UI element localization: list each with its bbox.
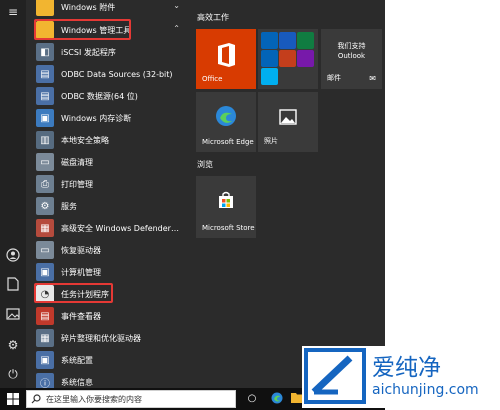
word-icon [279, 32, 296, 49]
account-icon[interactable] [3, 248, 23, 268]
app-label: Windows 附件 [61, 2, 116, 12]
tile-label: 照片 [264, 137, 278, 145]
list-item[interactable]: ⓘ 系统信息 [27, 371, 190, 388]
watermark: 爱纯净 aichunjing.com [302, 346, 500, 408]
search-placeholder: 在这里输入你要搜索的内容 [46, 394, 142, 404]
app-label: 服务 [61, 201, 77, 211]
outlook-support-text: 我们支持 Outlook [337, 42, 366, 60]
app-label: 打印管理 [61, 179, 93, 189]
pictures-icon[interactable] [3, 306, 23, 326]
tile-label: Microsoft Store [202, 224, 255, 232]
outlook-icon [261, 32, 278, 49]
photos-icon [279, 109, 297, 125]
app-label: 计算机管理 [61, 267, 101, 277]
list-item[interactable]: ▥ 本地安全策略 [27, 129, 190, 151]
watermark-logo-icon [304, 348, 366, 404]
skype-icon [261, 68, 278, 85]
documents-icon[interactable] [3, 277, 23, 297]
folder-icon [36, 0, 54, 16]
hamburger-menu-icon[interactable]: ≡ [3, 2, 23, 22]
chevron-down-icon: ⌄ [173, 1, 180, 10]
firewall-icon: ▦ [36, 219, 54, 237]
task-view-icon[interactable]: ○ [245, 392, 259, 406]
list-item[interactable]: ▦ 碎片整理和优化驱动器 [27, 327, 190, 349]
tile-store[interactable]: Microsoft Store [196, 176, 256, 238]
search-icon [31, 394, 41, 404]
list-item[interactable]: ▭ 恢复驱动器 [27, 239, 190, 261]
windows-logo-icon [7, 393, 19, 405]
printer-icon: ⎙ [36, 175, 54, 193]
tile-mail[interactable]: 我们支持 Outlook 邮件 ✉ [321, 29, 382, 89]
windows-start-button[interactable] [0, 388, 26, 410]
watermark-url: aichunjing.com [372, 382, 479, 398]
app-label: 系统配置 [61, 355, 93, 365]
tile-edge[interactable]: Microsoft Edge [196, 92, 256, 152]
chevron-up-icon: ⌃ [173, 24, 180, 33]
edge-icon [216, 106, 236, 126]
app-label: 高级安全 Windows Defender 防火墙 [61, 223, 181, 233]
iscsi-icon: ◧ [36, 43, 54, 61]
memory-diagnostic-icon: ▣ [36, 109, 54, 127]
powerpoint-icon [279, 50, 296, 67]
computer-management-icon: ▣ [36, 263, 54, 281]
tile-office-apps-group[interactable] [258, 29, 318, 89]
list-item[interactable]: ▣ Windows 内存诊断 [27, 107, 190, 129]
app-label: 磁盘清理 [61, 157, 93, 167]
odbc-icon: ▤ [36, 87, 54, 105]
event-viewer-icon: ▤ [36, 307, 54, 325]
list-item[interactable]: ⚙ 服务 [27, 195, 190, 217]
list-item[interactable]: ▤ ODBC 数据源(64 位) [27, 85, 190, 107]
app-label: ODBC 数据源(64 位) [61, 91, 138, 101]
tile-office[interactable]: Office [196, 29, 256, 89]
disk-cleanup-icon: ▭ [36, 153, 54, 171]
settings-gear-icon[interactable]: ⚙ [3, 335, 23, 355]
onedrive-icon [261, 50, 278, 67]
defrag-icon: ▦ [36, 329, 54, 347]
tile-label: Microsoft Edge [202, 138, 254, 146]
recovery-drive-icon: ▭ [36, 241, 54, 259]
list-item[interactable]: ▭ 磁盘清理 [27, 151, 190, 173]
app-label: 事件查看器 [61, 311, 101, 321]
power-icon[interactable]: ⏻ [3, 364, 23, 384]
app-label: 本地安全策略 [61, 135, 109, 145]
app-label: ODBC Data Sources (32-bit) [61, 69, 173, 79]
left-rail: ≡ ⚙ ⏻ [0, 0, 26, 388]
app-label: 恢复驱动器 [61, 245, 101, 255]
list-item-windows-accessories[interactable]: Windows 附件 ⌄ [27, 0, 190, 18]
odbc-icon: ▤ [36, 65, 54, 83]
excel-icon [297, 32, 314, 49]
app-label: Windows 内存诊断 [61, 113, 132, 123]
tile-photos[interactable]: 照片 [258, 92, 318, 152]
app-label: iSCSI 发起程序 [61, 47, 116, 57]
onenote-icon [297, 50, 314, 67]
list-item[interactable]: ▤ ODBC Data Sources (32-bit) [27, 63, 190, 85]
app-list: Windows 附件 ⌄ Windows 管理工具 ⌃ ◧ iSCSI 发起程序… [27, 0, 190, 388]
list-item[interactable]: ▤ 事件查看器 [27, 305, 190, 327]
store-bag-icon [219, 191, 233, 208]
tile-label: 邮件 [327, 74, 341, 82]
group-label-browse: 浏览 [197, 160, 213, 169]
taskbar-search-box[interactable]: 在这里输入你要搜索的内容 [26, 390, 236, 408]
app-label: 系统信息 [61, 377, 93, 387]
office-icon [218, 43, 235, 67]
list-item[interactable]: ▣ 计算机管理 [27, 261, 190, 283]
list-item[interactable]: ⎙ 打印管理 [27, 173, 190, 195]
edge-taskbar-icon[interactable] [270, 392, 284, 406]
services-gear-icon: ⚙ [36, 197, 54, 215]
highlight-box [34, 283, 113, 303]
watermark-name: 爱纯净 [372, 355, 441, 381]
start-menu: ≡ ⚙ ⏻ Windows 附件 ⌄ Windows 管理工具 ⌃ ◧ iSCS… [0, 0, 385, 388]
security-policy-icon: ▥ [36, 131, 54, 149]
list-item[interactable]: ▣ 系统配置 [27, 349, 190, 371]
list-item[interactable]: ▦ 高级安全 Windows Defender 防火墙 [27, 217, 190, 239]
list-item[interactable]: ◧ iSCSI 发起程序 [27, 41, 190, 63]
app-label: 碎片整理和优化驱动器 [61, 333, 141, 343]
group-label-efficiency: 高效工作 [197, 13, 229, 22]
system-config-icon: ▣ [36, 351, 54, 369]
system-info-icon: ⓘ [36, 373, 54, 388]
mail-icon: ✉ [369, 74, 376, 83]
highlight-box [34, 19, 131, 40]
tile-label: Office [202, 75, 223, 83]
